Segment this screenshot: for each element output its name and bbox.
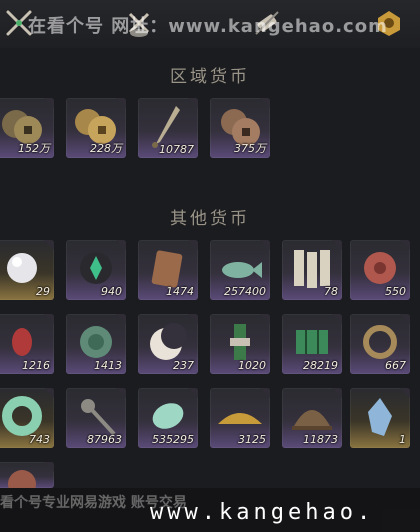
item-qty: 1020 <box>238 359 266 372</box>
item-slot-green-gem[interactable]: 940 <box>66 240 126 300</box>
item-qty: 28219 <box>303 359 338 372</box>
item-slot-bronze-coins[interactable]: 375万 <box>210 98 270 158</box>
item-qty: 152万 <box>18 142 50 155</box>
item-slot-crystal-shard[interactable]: 1 <box>350 388 410 448</box>
item-slot-jade-stone[interactable]: 535295 <box>138 388 198 448</box>
watermark-url: www.kangehao. <box>150 500 375 525</box>
item-qty: 29 <box>36 285 50 298</box>
item-qty: 1 <box>399 433 406 446</box>
item-qty: 940 <box>101 285 122 298</box>
item-qty: 535295 <box>152 433 194 446</box>
item-slot-copper-plate[interactable]: 1474 <box>138 240 198 300</box>
item-slot-green-charm[interactable]: 1020 <box>210 314 270 374</box>
item-slot-copper-coins[interactable]: 152万 <box>0 98 54 158</box>
item-qty: 78 <box>324 285 338 298</box>
item-slot-jade-fish[interactable]: 257400 <box>210 240 270 300</box>
item-qty: 237 <box>173 359 194 372</box>
item-slot-paper-tickets[interactable]: 78 <box>282 240 342 300</box>
item-qty: 3125 <box>238 433 266 446</box>
item-qty: 10787 <box>159 143 194 156</box>
item-slot-gold-feather[interactable]: 3125 <box>210 388 270 448</box>
section-title-other: 其他货币 <box>170 209 250 229</box>
section-title-regional: 区域货币 <box>170 67 250 87</box>
item-qty: 550 <box>385 285 406 298</box>
watermark-top: 在看个号 网址：www.kangehao.com <box>28 16 388 37</box>
item-slot-coin-sword[interactable]: 87963 <box>66 388 126 448</box>
item-slot-green-map[interactable]: 28219 <box>282 314 342 374</box>
item-slot-coiled-rope[interactable]: 667 <box>350 314 410 374</box>
red-orb-icon <box>8 470 36 488</box>
item-slot-red-orb[interactable]: 550 <box>350 240 410 300</box>
item-qty: 1216 <box>22 359 50 372</box>
item-qty: 375万 <box>234 142 266 155</box>
item-slot-bronze-dome[interactable]: 11873 <box>282 388 342 448</box>
item-slot-red-lantern[interactable]: 1216 <box>0 314 54 374</box>
item-slot-gold-coins[interactable]: 228万 <box>66 98 126 158</box>
item-qty: 743 <box>29 433 50 446</box>
item-qty: 1474 <box>166 285 194 298</box>
item-slot-jade-ring[interactable]: 743 <box>0 388 54 448</box>
item-slot-partial[interactable] <box>0 462 54 488</box>
item-qty: 11873 <box>303 433 338 446</box>
item-qty: 228万 <box>90 142 122 155</box>
item-slot-pearl[interactable]: 29 <box>0 240 54 300</box>
item-qty: 667 <box>385 359 406 372</box>
item-qty: 1413 <box>94 359 122 372</box>
item-slot-dagger-token[interactable]: 10787 <box>138 98 198 158</box>
item-slot-jade-disc[interactable]: 1413 <box>66 314 126 374</box>
item-slot-crescent-moon[interactable]: 237 <box>138 314 198 374</box>
item-qty: 257400 <box>224 285 266 298</box>
item-qty: 87963 <box>87 433 122 446</box>
